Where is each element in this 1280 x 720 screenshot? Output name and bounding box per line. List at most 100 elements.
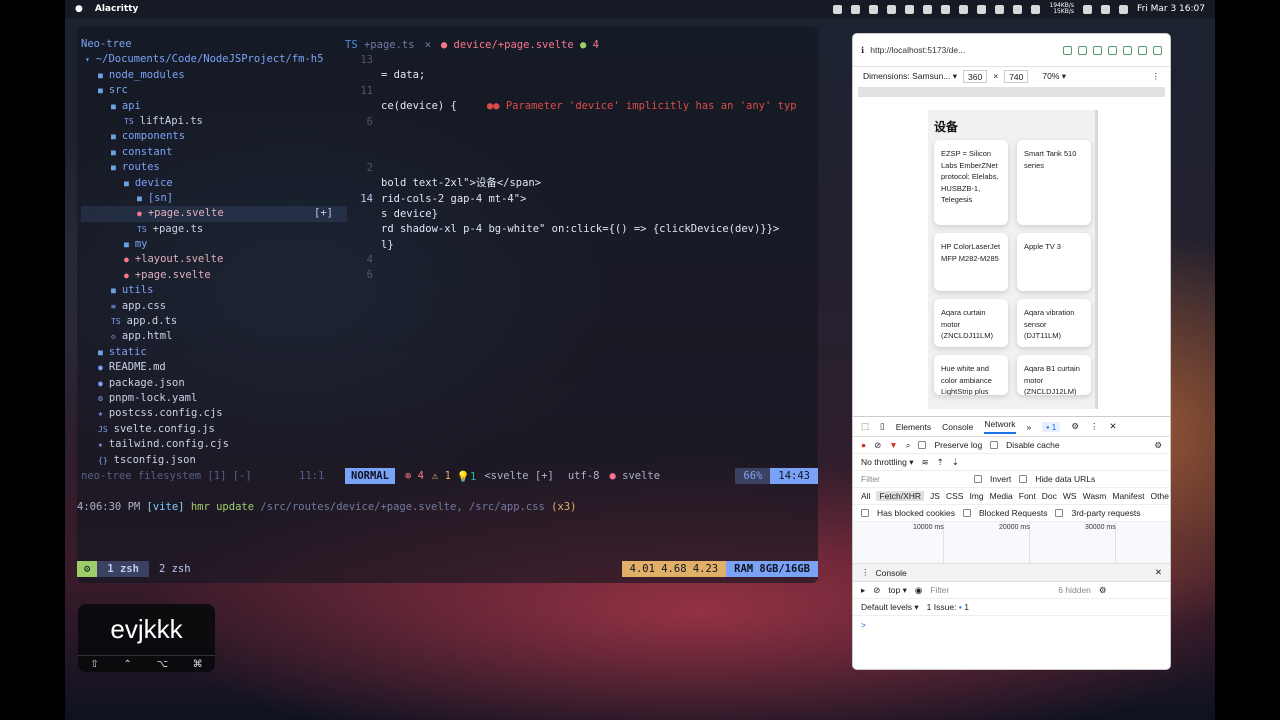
tree-row[interactable]: ● README.md [81,360,347,375]
code-line[interactable] [345,284,815,299]
status-icon[interactable] [959,4,969,14]
status-icon[interactable] [851,4,861,14]
tree-row[interactable]: JS svelte.config.js [81,422,347,437]
tree-row[interactable]: ● +layout.svelte [81,252,347,267]
tmux-window-1[interactable]: 1 zsh [97,561,149,577]
tree-row[interactable]: ■ components [81,129,347,144]
sidebar-toggle-icon[interactable]: ▸ [861,585,865,596]
status-icon[interactable] [995,4,1005,14]
device-card[interactable]: Apple TV 3 [1017,233,1091,291]
device-card[interactable]: Hue white and color ambiance LightStrip … [934,355,1008,395]
device-card[interactable]: Aqara vibration sensor (DJT11LM) [1017,299,1091,347]
console-title[interactable]: Console [876,568,907,578]
code-line[interactable]: rd shadow-xl p-4 bg-white" on:click={() … [345,222,815,237]
tree-row[interactable]: ● package.json [81,376,347,391]
tree-row[interactable]: ■ [sn] [81,191,347,206]
tree-row[interactable]: ⚙ pnpm-lock.yaml [81,391,347,406]
eye-icon[interactable]: ◉ [915,585,922,596]
tab-console[interactable]: Console [942,422,973,432]
close-icon[interactable]: × [425,39,431,51]
tab-page-ts[interactable]: TS +page.ts [345,39,415,51]
search-icon[interactable]: ⌕ [906,440,911,451]
clock[interactable]: Fri Mar 3 16:07 [1137,4,1205,14]
throttling-select[interactable]: No throttling ▾ [861,457,913,468]
preserve-log-checkbox[interactable] [918,441,927,449]
type-filter-2[interactable]: JS [930,491,940,501]
clear-icon[interactable]: ⊘ [873,585,880,596]
download-icon[interactable]: ⇣ [952,457,959,468]
code-line[interactable]: 14 rid-cols-2 gap-4 mt-4"> [345,192,815,207]
type-filter-10[interactable]: Manifest [1112,491,1144,501]
console-filter-input[interactable]: Filter [930,585,1050,595]
extension-icon[interactable] [1123,45,1132,55]
tab-network[interactable]: Network [984,419,1016,434]
levels-select[interactable]: Default levels ▾ [861,602,919,613]
code-line[interactable]: l} [345,238,815,253]
type-filter-0[interactable]: All [861,491,870,501]
code-icon[interactable] [1138,45,1147,55]
issues-link[interactable]: 1 Issue: ▪ 1 [927,602,969,612]
width-input[interactable]: 360 [963,69,988,83]
status-icon[interactable] [869,4,879,14]
console-prompt[interactable]: > [853,616,1170,633]
link-icon[interactable] [1063,45,1072,55]
input-method-icon[interactable] [833,4,843,14]
sidebar-icon[interactable] [1153,45,1162,55]
extension-icon[interactable] [1093,45,1102,55]
type-filter-9[interactable]: Wasm [1083,491,1107,501]
tree-row[interactable]: TS liftApi.ts [81,114,347,129]
wifi-icon[interactable] [1031,4,1041,14]
clear-icon[interactable]: ⊘ [874,440,881,451]
close-icon[interactable]: ✕ [1110,421,1117,432]
tree-row[interactable]: ■ my [81,237,347,252]
code-line[interactable]: 2 [345,161,815,176]
tree-row[interactable]: ■ constant [81,145,347,160]
hide-data-urls-checkbox[interactable] [1019,475,1028,483]
info-icon[interactable]: ℹ [861,45,864,56]
tree-row[interactable]: ■ device [81,176,347,191]
tree-row[interactable]: TS +page.ts [81,222,347,237]
wifi-icon[interactable]: ≋ [921,457,928,468]
drawer-menu-icon[interactable]: ⋮ [861,567,870,578]
blocked-cookies-checkbox[interactable] [861,509,869,517]
search-icon[interactable] [977,4,987,14]
tree-row[interactable]: ■ api [81,99,347,114]
type-filter-6[interactable]: Font [1019,491,1036,501]
type-filter-7[interactable]: Doc [1042,491,1057,501]
tree-row[interactable]: TS app.d.ts [81,314,347,329]
tree-row[interactable]: ■ static [81,345,347,360]
status-icon[interactable] [923,4,933,14]
type-filter-11[interactable]: Othe [1151,491,1169,501]
device-select[interactable]: Dimensions: Samsun... ▾ [863,71,957,82]
settings-icon[interactable]: ⚙ [1099,585,1107,596]
code-line[interactable]: 4 [345,253,815,268]
type-filter-5[interactable]: Media [990,491,1013,501]
code-line[interactable]: s device} [345,207,815,222]
disable-cache-checkbox[interactable] [990,441,999,449]
tab-page-svelte[interactable]: ● device/+page.svelte ● 4 [441,39,599,51]
tree-row[interactable]: ■ node_modules [81,68,347,83]
tree-row[interactable]: ▾ ~/Documents/Code/NodeJSProject/fm-h5 [81,52,347,67]
camera-icon[interactable] [1078,45,1087,55]
siri-icon[interactable] [1119,4,1129,14]
zoom-select[interactable]: 70% ▾ [1042,71,1066,82]
type-filter-8[interactable]: WS [1063,491,1077,501]
more-icon[interactable]: ⋮ [1152,71,1161,82]
network-filter-input[interactable]: Filter [861,474,966,484]
device-card[interactable]: Aqara curtain motor (ZNCLDJ11LM) [934,299,1008,347]
device-toggle-icon[interactable]: ▯ [880,421,885,432]
blocked-requests-checkbox[interactable] [962,509,971,517]
code-line[interactable]: 11 [345,84,815,99]
record-icon[interactable]: ● [861,440,866,450]
tree-row[interactable]: {} tsconfig.json [81,453,347,468]
code-line[interactable]: = data; [345,68,815,83]
extension-icon[interactable] [1108,45,1117,55]
device-viewport[interactable]: 设备 EZSP = Silicon Labs EmberZNet protoco… [928,110,1098,409]
tree-row[interactable]: ● +page.svelte [+] [81,206,347,222]
code-line[interactable]: 13 [345,53,815,68]
code-line[interactable]: bold text-2xl">设备</span> [345,176,815,191]
battery-icon[interactable] [1013,4,1023,14]
code-line[interactable]: ce(device) {●● Parameter 'device' implic… [345,99,815,114]
context-select[interactable]: top ▾ [888,585,906,596]
bluetooth-icon[interactable] [1083,4,1093,14]
